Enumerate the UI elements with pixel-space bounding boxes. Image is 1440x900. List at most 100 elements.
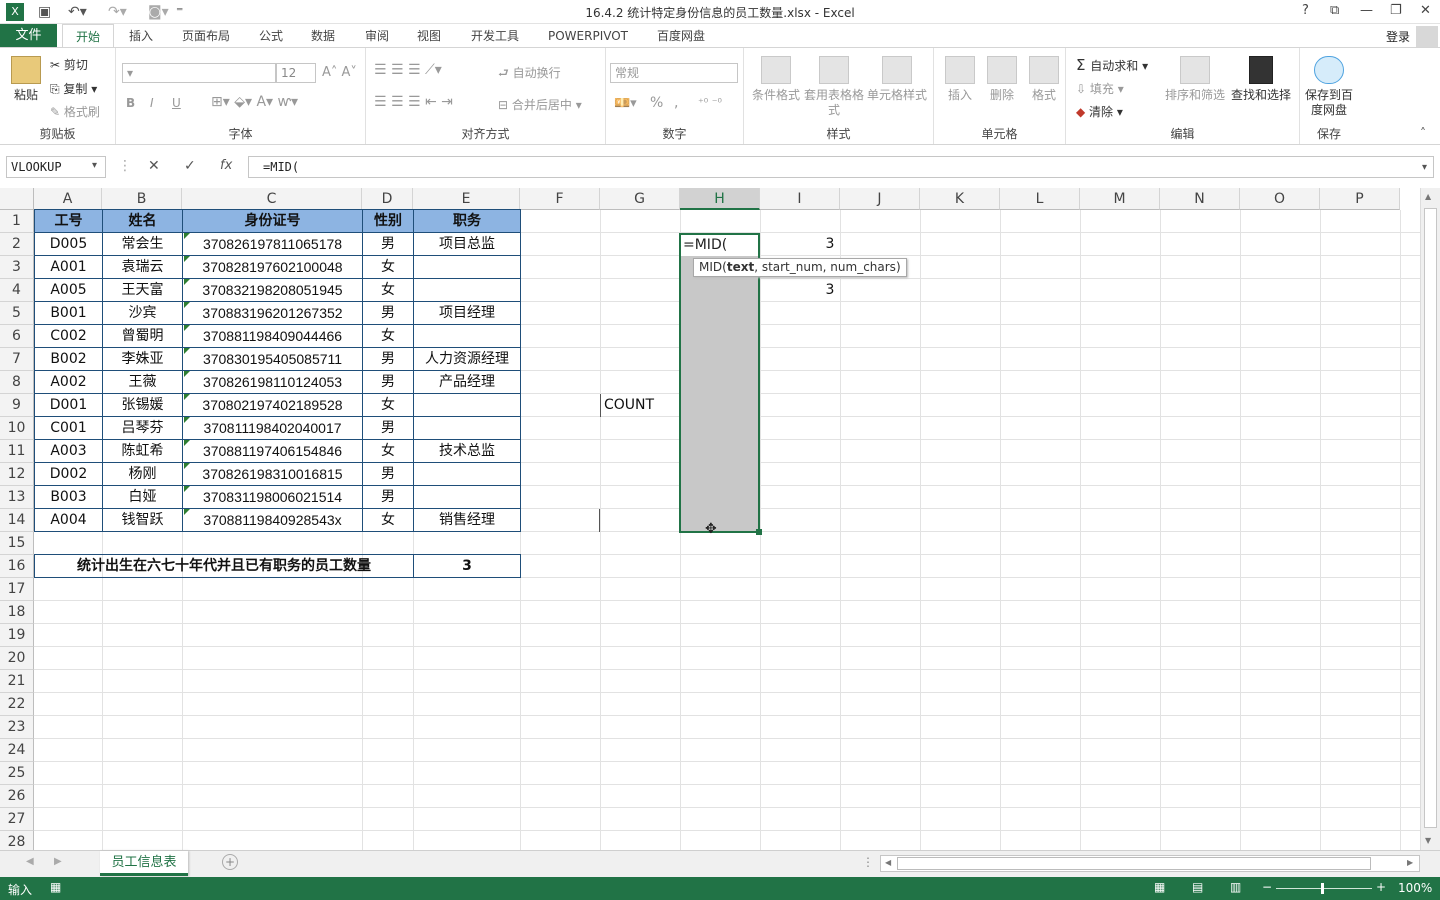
row-header-18[interactable]: 18: [0, 601, 34, 624]
table-header-c[interactable]: 身份证号: [182, 209, 363, 233]
row-header-27[interactable]: 27: [0, 808, 34, 831]
table-header-e[interactable]: 职务: [413, 209, 521, 233]
table-header-a[interactable]: 工号: [34, 209, 103, 233]
add-sheet-icon[interactable]: +: [222, 854, 238, 870]
cell-d6[interactable]: 女: [362, 324, 414, 348]
cell-c12[interactable]: 370826198310016815: [182, 462, 363, 486]
cell-b7[interactable]: 李姝亚: [102, 347, 183, 371]
cell-c2[interactable]: 370826197811065178: [182, 232, 363, 256]
column-header-f[interactable]: F: [520, 188, 600, 210]
cell-d3[interactable]: 女: [362, 255, 414, 279]
cell-c6[interactable]: 370881198409044466: [182, 324, 363, 348]
column-header-p[interactable]: P: [1320, 188, 1400, 210]
row-header-26[interactable]: 26: [0, 785, 34, 808]
cell-a6[interactable]: C002: [34, 324, 103, 348]
column-header-o[interactable]: O: [1240, 188, 1320, 210]
number-format-select[interactable]: 常规: [610, 63, 738, 83]
row-header-14[interactable]: 14: [0, 509, 34, 532]
insert-function-icon[interactable]: fx: [220, 158, 232, 173]
column-header-d[interactable]: D: [362, 188, 413, 210]
minimize-icon[interactable]: —: [1360, 3, 1373, 18]
save-to-baidu-button[interactable]: 保存到百度网盘: [1302, 56, 1356, 118]
decimal-icon[interactable]: ⁺⁰ ⁻⁰: [698, 96, 722, 109]
cell-d10[interactable]: 男: [362, 416, 414, 440]
cell-c4[interactable]: 370832198208051945: [182, 278, 363, 302]
cell-b9[interactable]: 张锡媛: [102, 393, 183, 417]
cell-a3[interactable]: A001: [34, 255, 103, 279]
cell-c11[interactable]: 370881197406154846: [182, 439, 363, 463]
vertical-scroll-thumb[interactable]: [1424, 208, 1437, 828]
cell-c10[interactable]: 370811198402040017: [182, 416, 363, 440]
cell-a12[interactable]: D002: [34, 462, 103, 486]
cell-d14[interactable]: 女: [362, 508, 414, 532]
column-header-h[interactable]: H: [680, 188, 760, 210]
cell-a11[interactable]: A003: [34, 439, 103, 463]
row-header-5[interactable]: 5: [0, 302, 34, 325]
paste-button[interactable]: 粘贴: [6, 56, 46, 103]
merge-center-button[interactable]: ⊟ 合并后居中 ▾: [498, 96, 582, 113]
login-link[interactable]: 登录: [1386, 28, 1410, 45]
cell-c14[interactable]: 37088119840928543x: [182, 508, 363, 532]
cell-i4[interactable]: 3: [790, 279, 870, 302]
format-table-button[interactable]: 套用表格格式: [804, 56, 864, 118]
grow-font-icon[interactable]: A˄ A˅: [322, 65, 357, 80]
cell-e2[interactable]: 项目总监: [413, 232, 521, 256]
cell-e10[interactable]: [413, 416, 521, 440]
tab-developer[interactable]: 开发工具: [462, 24, 528, 48]
column-header-b[interactable]: B: [102, 188, 182, 210]
cell-b2[interactable]: 常会生: [102, 232, 183, 256]
tab-formulas[interactable]: 公式: [250, 24, 292, 48]
row-header-21[interactable]: 21: [0, 670, 34, 693]
cell-a7[interactable]: B002: [34, 347, 103, 371]
row-header-13[interactable]: 13: [0, 486, 34, 509]
cell-c8[interactable]: 370826198110124053: [182, 370, 363, 394]
expand-formula-icon[interactable]: ▾: [1422, 162, 1427, 173]
cell-b6[interactable]: 曾蜀明: [102, 324, 183, 348]
cell-e9[interactable]: [413, 393, 521, 417]
autosum-button[interactable]: Σ 自动求和 ▾: [1076, 56, 1148, 74]
row-header-10[interactable]: 10: [0, 417, 34, 440]
zoom-slider[interactable]: [1276, 888, 1372, 889]
bold-button[interactable]: B: [126, 96, 135, 110]
horizontal-scroll-thumb[interactable]: [897, 857, 1371, 870]
cell-c13[interactable]: 370831198006021514: [182, 485, 363, 509]
cell-e6[interactable]: [413, 324, 521, 348]
cell-d8[interactable]: 男: [362, 370, 414, 394]
cell-a10[interactable]: C001: [34, 416, 103, 440]
wrap-text-button[interactable]: ⮐ 自动换行: [498, 64, 561, 85]
summary-label[interactable]: 统计出生在六七十年代并且已有职务的员工数量: [34, 554, 414, 578]
delete-cells-button[interactable]: 删除: [982, 56, 1022, 103]
tab-home[interactable]: 开始: [62, 24, 114, 48]
cell-d13[interactable]: 男: [362, 485, 414, 509]
cell-styles-button[interactable]: 单元格样式: [864, 56, 930, 103]
cell-e5[interactable]: 项目经理: [413, 301, 521, 325]
page-layout-view-icon[interactable]: ▤: [1192, 880, 1203, 894]
cell-d11[interactable]: 女: [362, 439, 414, 463]
cell-a9[interactable]: D001: [34, 393, 103, 417]
font-name-select[interactable]: ▾: [122, 63, 276, 83]
italic-button[interactable]: I: [150, 96, 154, 110]
summary-value[interactable]: 3: [413, 554, 521, 578]
row-header-23[interactable]: 23: [0, 716, 34, 739]
column-header-l[interactable]: L: [1000, 188, 1080, 210]
ribbon-display-icon[interactable]: ⧉: [1330, 3, 1339, 18]
cell-d4[interactable]: 女: [362, 278, 414, 302]
percent-button[interactable]: %: [650, 95, 663, 111]
cell-b13[interactable]: 白娅: [102, 485, 183, 509]
vertical-scrollbar[interactable]: ▲ ▼: [1420, 188, 1440, 850]
border-icon[interactable]: ⊞▾ ⬙▾ A▾ ⱳ▾: [211, 94, 298, 110]
column-header-m[interactable]: M: [1080, 188, 1160, 210]
sort-filter-button[interactable]: 排序和筛选: [1164, 56, 1226, 103]
tab-review[interactable]: 审阅: [356, 24, 398, 48]
fill-button[interactable]: ⇩ 填充 ▾: [1076, 80, 1124, 97]
cell-b4[interactable]: 王天富: [102, 278, 183, 302]
column-header-j[interactable]: J: [840, 188, 920, 210]
select-all-corner[interactable]: [0, 188, 34, 210]
find-select-button[interactable]: 查找和选择: [1228, 56, 1294, 103]
cell-c9[interactable]: 370802197402189528: [182, 393, 363, 417]
formula-input[interactable]: =MID(: [248, 156, 1434, 178]
row-header-9[interactable]: 9: [0, 394, 34, 417]
cell-e12[interactable]: [413, 462, 521, 486]
cell-d7[interactable]: 男: [362, 347, 414, 371]
close-icon[interactable]: ✕: [1420, 3, 1431, 18]
